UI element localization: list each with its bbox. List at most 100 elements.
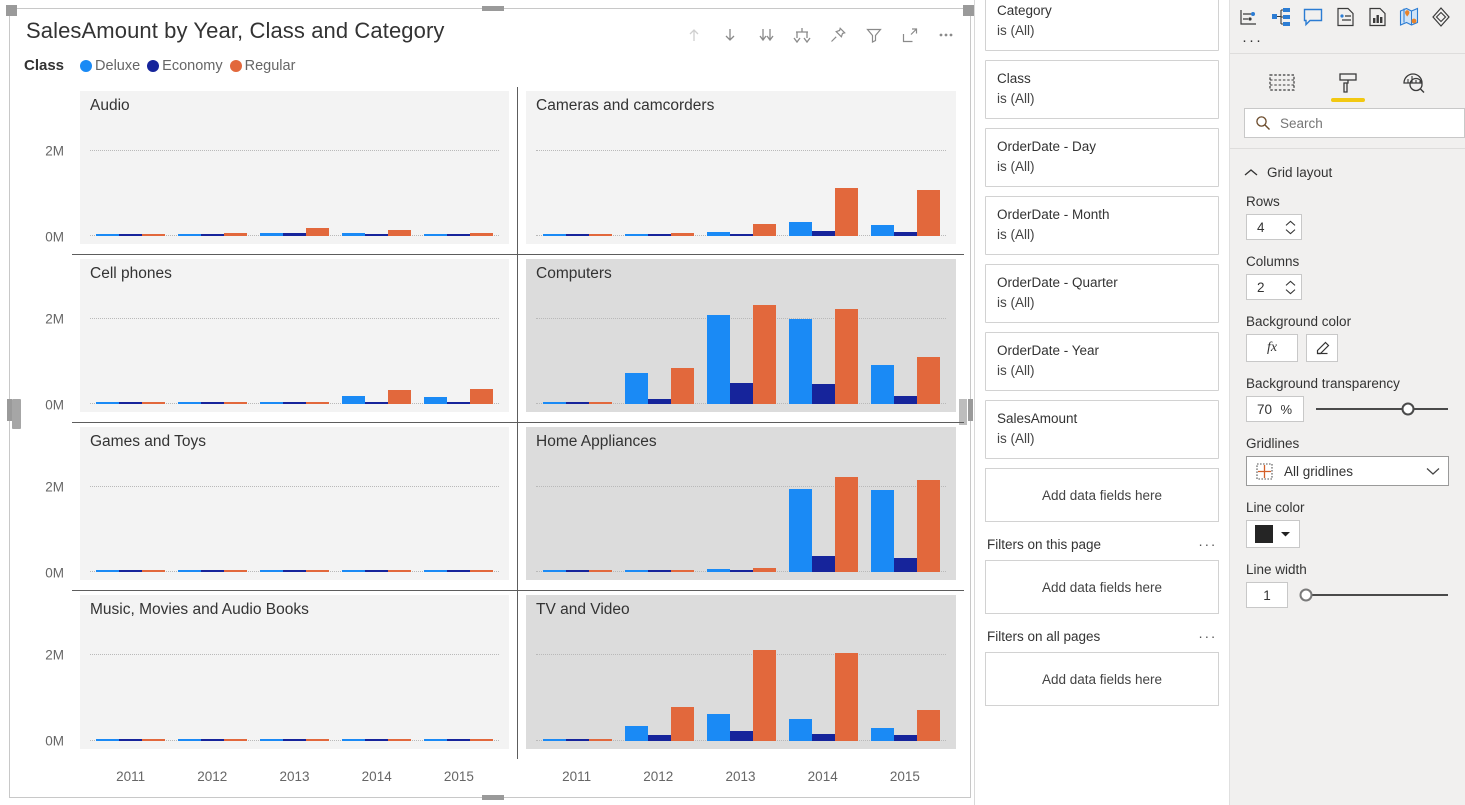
filter-card[interactable]: Category is (All)	[985, 0, 1219, 51]
bar[interactable]	[119, 739, 143, 741]
small-multiple-panel[interactable]: Games and Toys	[72, 423, 518, 591]
bar[interactable]	[469, 570, 493, 572]
bar[interactable]	[565, 402, 589, 404]
bar[interactable]	[224, 232, 248, 236]
bar[interactable]	[178, 402, 202, 404]
bar[interactable]	[96, 739, 120, 741]
bar[interactable]	[729, 570, 753, 572]
bar[interactable]	[446, 570, 470, 572]
bar[interactable]	[224, 402, 248, 404]
bar[interactable]	[834, 477, 858, 572]
bar[interactable]	[142, 402, 166, 404]
bar[interactable]	[752, 650, 776, 741]
bar[interactable]	[282, 402, 306, 404]
bar[interactable]	[565, 739, 589, 741]
resize-handle-top-right[interactable]	[963, 5, 974, 16]
small-multiple-panel[interactable]: Home Appliances	[518, 423, 964, 591]
bar[interactable]	[446, 402, 470, 404]
visualization-gallery-more-icon[interactable]: ···	[1236, 30, 1459, 53]
bar[interactable]	[565, 234, 589, 236]
bar[interactable]	[729, 382, 753, 404]
bar[interactable]	[893, 557, 917, 572]
bar[interactable]	[282, 233, 306, 236]
bar[interactable]	[706, 232, 730, 236]
small-multiple-panel[interactable]: Music, Movies and Audio Books	[72, 591, 518, 759]
bar[interactable]	[364, 570, 388, 572]
bar[interactable]	[916, 480, 940, 572]
bar[interactable]	[870, 727, 894, 741]
paginated-report-icon[interactable]	[1364, 4, 1390, 30]
bar[interactable]	[542, 402, 566, 404]
bar[interactable]	[178, 234, 202, 236]
resize-handle-top-left[interactable]	[6, 5, 17, 16]
bar[interactable]	[96, 234, 120, 236]
bar[interactable]	[387, 389, 411, 404]
rows-stepper-arrows[interactable]	[1285, 220, 1296, 235]
drill-up-icon[interactable]	[682, 23, 706, 47]
drill-down-icon[interactable]	[718, 23, 742, 47]
bar[interactable]	[259, 570, 283, 572]
bar[interactable]	[469, 739, 493, 741]
bar[interactable]	[870, 364, 894, 404]
filters-on-this-page-menu-icon[interactable]: ···	[1198, 536, 1217, 552]
bar[interactable]	[305, 402, 329, 404]
bar[interactable]	[542, 234, 566, 236]
columns-stepper[interactable]: 2	[1246, 274, 1302, 300]
bar[interactable]	[387, 570, 411, 572]
key-influencers-icon[interactable]	[1236, 4, 1262, 30]
more-options-icon[interactable]	[934, 23, 958, 47]
bar[interactable]	[670, 570, 694, 572]
decomposition-tree-icon[interactable]	[1268, 4, 1294, 30]
filters-on-all-pages-dropzone[interactable]: Add data fields here	[985, 652, 1219, 706]
bar[interactable]	[729, 234, 753, 236]
small-multiples-visual[interactable]: SalesAmount by Year, Class and Category	[6, 5, 974, 800]
expand-all-icon[interactable]	[754, 23, 778, 47]
background-transparency-slider-knob[interactable]	[1401, 402, 1415, 416]
columns-stepper-arrows[interactable]	[1285, 280, 1296, 295]
bar[interactable]	[752, 568, 776, 572]
bar[interactable]	[305, 570, 329, 572]
bar[interactable]	[96, 402, 120, 404]
filters-on-visual-dropzone[interactable]: Add data fields here	[985, 468, 1219, 522]
bar[interactable]	[588, 570, 612, 572]
small-multiple-panel[interactable]: Computers	[518, 255, 964, 423]
bar[interactable]	[916, 189, 940, 236]
bar[interactable]	[729, 730, 753, 741]
bar[interactable]	[893, 395, 917, 404]
qna-icon[interactable]	[1300, 4, 1326, 30]
bar[interactable]	[670, 368, 694, 404]
bar[interactable]	[670, 232, 694, 236]
resize-handle-top[interactable]	[482, 6, 504, 11]
bar[interactable]	[870, 489, 894, 572]
smart-narrative-icon[interactable]	[1332, 4, 1358, 30]
conditional-formatting-button[interactable]: fx	[1246, 334, 1298, 362]
bar[interactable]	[224, 739, 248, 741]
legend-item-deluxe[interactable]: Deluxe	[80, 58, 140, 74]
filters-on-all-pages-menu-icon[interactable]: ···	[1198, 628, 1217, 644]
bar[interactable]	[916, 356, 940, 404]
bar[interactable]	[201, 234, 225, 236]
fields-tab[interactable]	[1265, 64, 1299, 102]
bar[interactable]	[387, 229, 411, 236]
bar[interactable]	[706, 714, 730, 741]
bar[interactable]	[647, 399, 671, 404]
format-tab[interactable]	[1330, 64, 1365, 102]
bar[interactable]	[811, 384, 835, 404]
bar[interactable]	[341, 396, 365, 404]
bar[interactable]	[893, 231, 917, 236]
small-multiple-panel[interactable]: TV and Video	[518, 591, 964, 759]
filter-card[interactable]: OrderDate - Year is (All)	[985, 332, 1219, 391]
bar[interactable]	[870, 225, 894, 236]
bar[interactable]	[788, 718, 812, 741]
bar[interactable]	[565, 570, 589, 572]
bar[interactable]	[341, 739, 365, 741]
bar[interactable]	[201, 402, 225, 404]
bar[interactable]	[542, 739, 566, 741]
filter-card[interactable]: SalesAmount is (All)	[985, 400, 1219, 459]
bar[interactable]	[364, 234, 388, 236]
bar[interactable]	[647, 735, 671, 741]
gridlines-dropdown[interactable]: All gridlines	[1246, 456, 1449, 486]
background-transparency-input[interactable]: 70 %	[1246, 396, 1304, 422]
bar[interactable]	[224, 570, 248, 572]
bar[interactable]	[670, 706, 694, 741]
